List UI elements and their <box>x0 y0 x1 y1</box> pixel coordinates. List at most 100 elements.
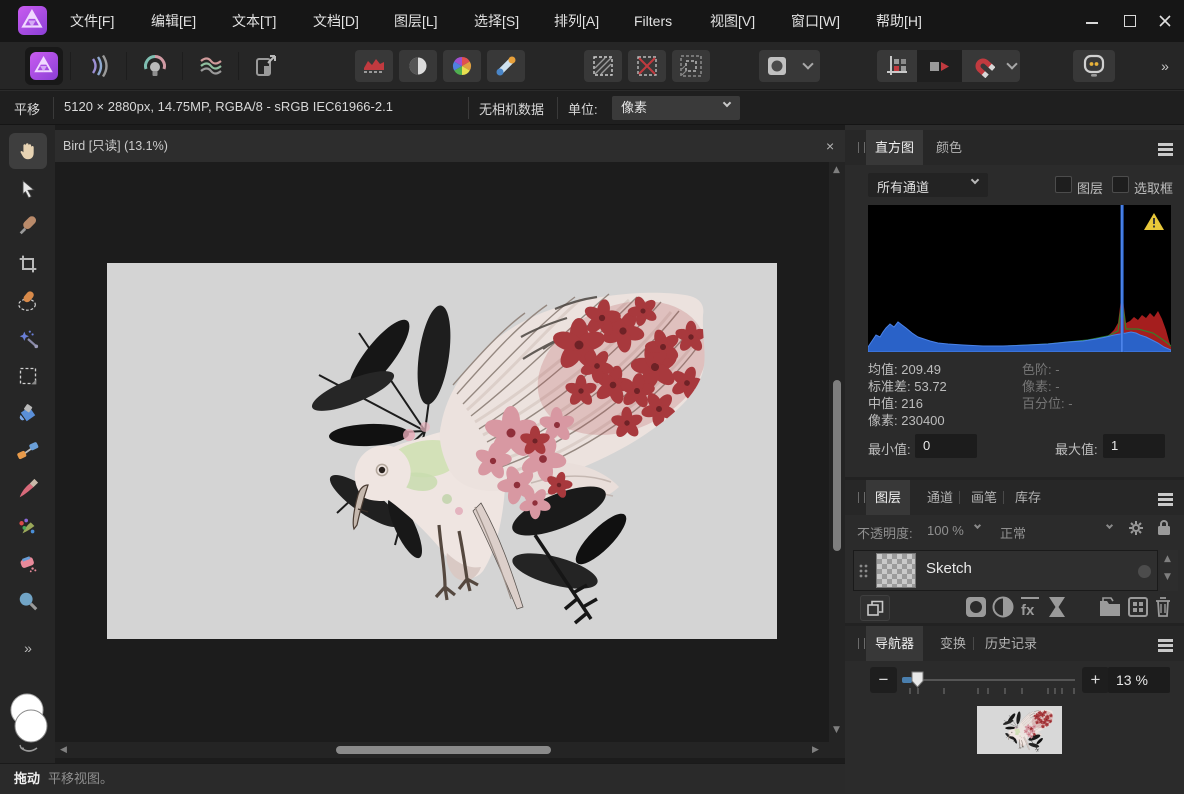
tab-stock[interactable]: 库存 <box>1006 480 1050 515</box>
menu-arrange[interactable]: 排列[A] <box>554 0 599 42</box>
navigator-thumbnail[interactable] <box>977 706 1062 754</box>
menu-filters[interactable]: Filters <box>634 0 672 42</box>
tab-histogram[interactable]: 直方图 <box>866 130 923 165</box>
export-persona-button[interactable] <box>247 47 285 85</box>
horizontal-scrollbar[interactable]: ◀ ▶ <box>55 742 845 758</box>
tab-close-icon[interactable]: × <box>826 130 834 162</box>
flood-fill-tool-button[interactable] <box>9 396 47 432</box>
assistant-button[interactable] <box>1073 50 1115 82</box>
layer-name[interactable]: Sketch <box>926 560 972 577</box>
min-value-field[interactable]: 0 <box>915 434 977 458</box>
horizontal-scroll-thumb[interactable] <box>336 746 551 754</box>
paint-brush-tool-button[interactable] <box>9 471 47 507</box>
move-by-whole-pixels-button[interactable] <box>917 50 962 82</box>
menu-view[interactable]: 视图[V] <box>710 0 755 42</box>
minimize-button[interactable] <box>1075 0 1109 42</box>
panel-drag-handle[interactable] <box>858 142 865 153</box>
blur-tool-button[interactable] <box>9 583 47 619</box>
gradient-tool-button[interactable] <box>9 433 47 469</box>
channel-select[interactable]: 所有通道 <box>868 173 988 197</box>
unit-select[interactable]: 像素 <box>612 96 740 120</box>
liquify-persona-button[interactable] <box>81 47 119 85</box>
tab-history[interactable]: 历史记录 <box>976 626 1046 661</box>
auto-contrast-button[interactable] <box>399 50 437 82</box>
more-tools-button[interactable]: » <box>9 630 47 666</box>
quick-mask-dropdown[interactable] <box>797 50 819 82</box>
new-layer-button[interactable] <box>1127 596 1149 618</box>
menu-file[interactable]: 文件[F] <box>70 0 114 42</box>
invert-selection-button[interactable] <box>672 50 710 82</box>
tab-navigator[interactable]: 导航器 <box>866 626 923 661</box>
zoom-out-button[interactable]: − <box>870 667 897 693</box>
scroll-down-icon[interactable]: ▼ <box>833 725 840 735</box>
auto-white-balance-button[interactable] <box>487 50 525 82</box>
force-pixel-alignment-button[interactable] <box>877 50 917 82</box>
close-button[interactable] <box>1148 0 1182 42</box>
layer-thumbnail[interactable] <box>876 553 916 588</box>
layers-scrollbar[interactable]: ▲ ▼ <box>1160 550 1178 591</box>
tab-brushes[interactable]: 画笔 <box>962 480 1006 515</box>
max-value-field[interactable]: 1 <box>1103 434 1165 458</box>
auto-levels-button[interactable] <box>355 50 393 82</box>
develop-persona-button[interactable] <box>136 47 174 85</box>
menu-layer[interactable]: 图层[L] <box>394 0 438 42</box>
zoom-slider-track[interactable] <box>902 679 1075 681</box>
layer-lock-icon[interactable] <box>1157 519 1171 536</box>
colour-swatch[interactable] <box>7 690 51 754</box>
colour-replacement-tool-button[interactable] <box>9 508 47 544</box>
layer-row[interactable]: Sketch <box>853 550 1158 591</box>
toolbar-overflow-button[interactable]: » <box>1146 50 1184 82</box>
crop-tool-button[interactable] <box>9 246 47 282</box>
panel-menu-icon[interactable] <box>1158 639 1173 642</box>
zoom-slider-thumb[interactable] <box>911 671 924 688</box>
layer-settings-gear-icon[interactable] <box>1128 520 1144 536</box>
duplicate-layer-button[interactable] <box>860 595 890 621</box>
mask-layer-button[interactable] <box>965 596 987 618</box>
menu-text[interactable]: 文本[T] <box>232 0 276 42</box>
snapping-dropdown[interactable] <box>1004 50 1020 82</box>
marquee-tool-button[interactable] <box>9 358 47 394</box>
view-tool-button[interactable] <box>9 133 47 169</box>
group-layers-button[interactable] <box>1098 596 1122 618</box>
layer-visibility-toggle[interactable] <box>1138 565 1151 578</box>
opacity-value[interactable]: 100 % <box>927 523 964 538</box>
tab-color[interactable]: 颜色 <box>927 130 971 165</box>
menu-select[interactable]: 选择[S] <box>474 0 519 42</box>
menu-help[interactable]: 帮助[H] <box>876 0 922 42</box>
menu-document[interactable]: 文档[D] <box>313 0 359 42</box>
live-filter-button[interactable] <box>1047 596 1067 618</box>
photo-persona-button[interactable] <box>25 47 63 85</box>
blend-mode-value[interactable]: 正常 <box>1000 523 1026 542</box>
color-picker-tool-button[interactable] <box>9 208 47 244</box>
vertical-scroll-thumb[interactable] <box>833 380 841 551</box>
delete-layer-button[interactable] <box>1154 596 1172 618</box>
panel-drag-handle[interactable] <box>858 492 865 503</box>
layer-effects-button[interactable]: fx <box>1019 596 1043 618</box>
tab-channels[interactable]: 通道 <box>918 480 962 515</box>
scroll-left-icon[interactable]: ◀ <box>60 745 67 755</box>
layers-checkbox[interactable] <box>1055 176 1072 193</box>
panel-menu-icon[interactable] <box>1158 493 1173 496</box>
snapping-button[interactable] <box>962 50 1004 82</box>
adjustment-layer-button[interactable] <box>992 596 1014 618</box>
zoom-value-field[interactable]: 13 % <box>1108 667 1170 693</box>
tone-mapping-persona-button[interactable] <box>192 47 230 85</box>
maximize-button[interactable] <box>1113 0 1147 42</box>
auto-colour-button[interactable] <box>443 50 481 82</box>
scroll-up-icon[interactable]: ▲ <box>833 165 840 175</box>
vertical-scrollbar[interactable]: ▲ ▼ <box>829 162 845 742</box>
select-all-button[interactable] <box>584 50 622 82</box>
menu-edit[interactable]: 编辑[E] <box>151 0 196 42</box>
menu-window[interactable]: 窗口[W] <box>791 0 840 42</box>
panel-menu-icon[interactable] <box>1158 143 1173 146</box>
erase-tool-button[interactable] <box>9 546 47 582</box>
tab-layers[interactable]: 图层 <box>866 480 910 515</box>
selection-brush-tool-button[interactable] <box>9 283 47 319</box>
panel-drag-handle[interactable] <box>858 638 865 649</box>
flood-select-tool-button[interactable] <box>9 321 47 357</box>
tab-transform[interactable]: 变换 <box>931 626 975 661</box>
canvas[interactable] <box>55 162 829 742</box>
quick-mask-button[interactable] <box>759 50 795 82</box>
move-tool-button[interactable] <box>9 171 47 207</box>
deselect-button[interactable] <box>628 50 666 82</box>
